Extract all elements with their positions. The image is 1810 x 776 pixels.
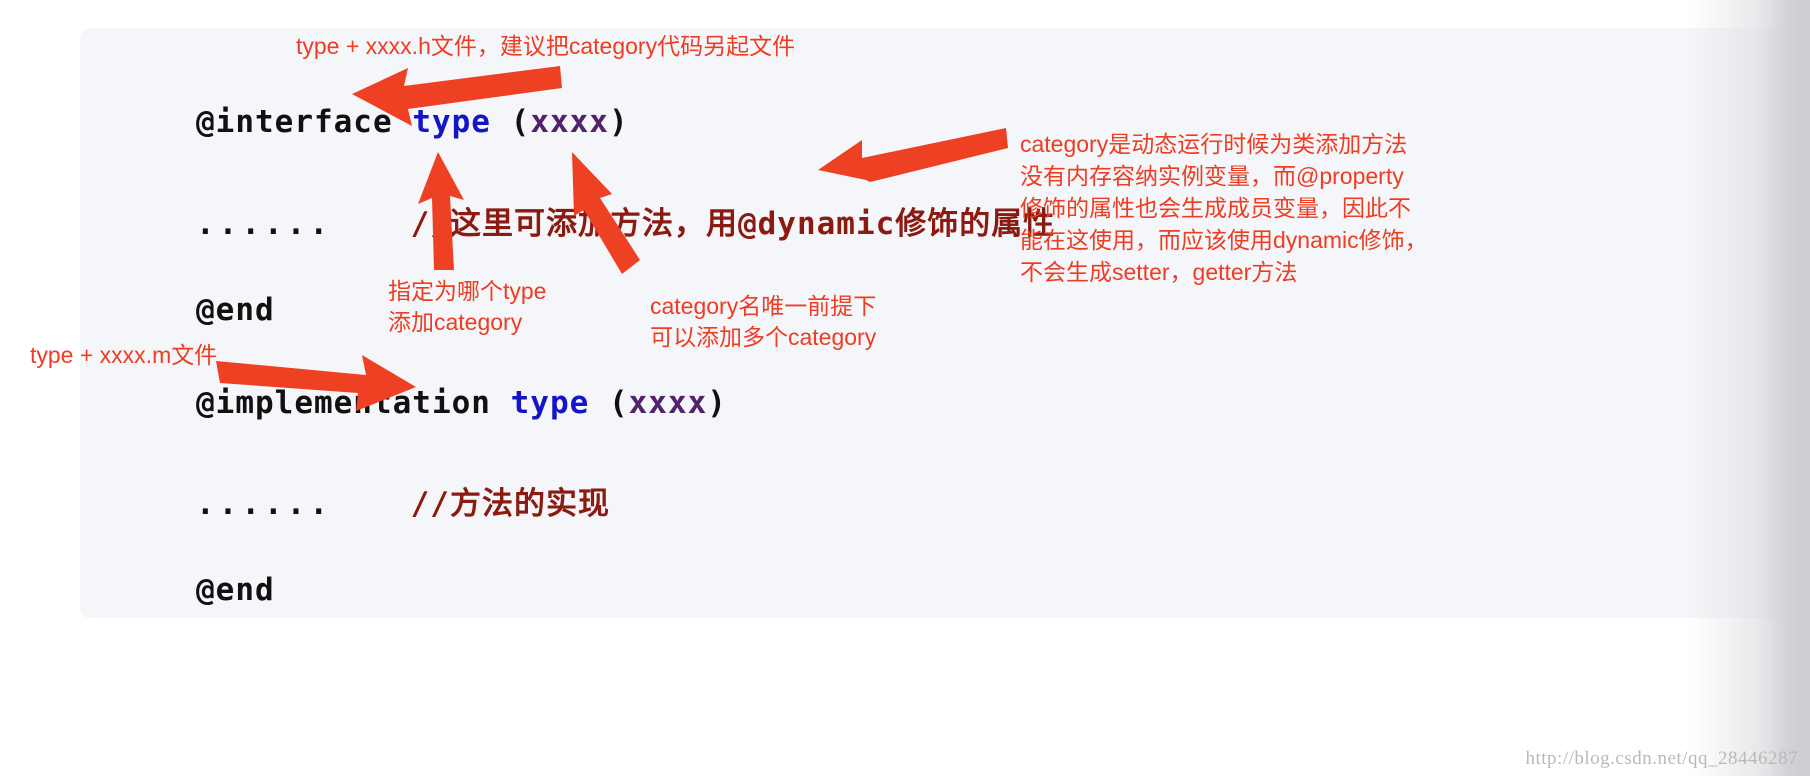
token-space4 [589,385,609,421]
token-paren-open: ( [510,104,531,140]
token-implementation-category: xxxx [628,385,708,421]
code-line-interface: @interface type (xxxx) [196,104,629,140]
token-interface-category: xxxx [530,104,609,140]
annotation-h-file: type + xxxx.h文件，建议把category代码另起文件 [296,33,796,59]
token-ellipsis-2: ...... [196,486,332,522]
code-line-end-1: @end [196,292,275,328]
annotation-unique-category-name: category名唯一前提下 可以添加多个category [650,291,876,353]
token-implementation-type: type [510,385,590,421]
token-interface-keyword: @interface [196,104,393,140]
token-gap-1 [332,206,411,242]
watermark-url: http://blog.csdn.net/qq_28446287 [1525,748,1798,769]
annotation-right-line2: 没有内存容纳实例变量，而@property [1020,163,1404,189]
annotation-which-type: 指定为哪个type 添加category [388,276,546,338]
code-line-body-2: ...... //方法的实现 [196,478,610,523]
code-line-end-2: @end [196,572,275,608]
annotation-right-line3: 修饰的属性也会生成成员变量，因此不 [1020,195,1411,221]
annotation-m-file: type + xxxx.m文件 [30,342,218,368]
screenshot-root: @interface type (xxxx) ...... //这里可添加方法，… [0,0,1810,776]
token-comment-2: //方法的实现 [410,486,610,522]
token-space2 [491,104,511,140]
token-comment-1: //这里可添加方法，用@dynamic修饰的属性 [410,206,1056,242]
token-paren-close: ) [608,104,629,140]
annotation-unique-line2: 可以添加多个category [650,324,877,350]
code-line-body-1: ...... //这里可添加方法，用@dynamic修饰的属性 [196,198,1055,243]
token-space3 [491,385,511,421]
annotation-which-type-line1: 指定为哪个type [388,278,547,304]
token-end-keyword-1: @end [196,292,275,328]
token-interface-type: type [412,104,491,140]
annotation-right-line5: 不会生成setter，getter方法 [1020,259,1298,285]
token-paren-close-2: ) [707,385,727,421]
annotation-right-line1: category是动态运行时候为类添加方法 [1020,131,1408,157]
token-end-keyword-2: @end [196,572,275,608]
token-paren-open-2: ( [608,385,629,421]
annotation-which-type-line2: 添加category [388,309,523,335]
token-gap-2 [332,486,411,522]
code-line-implementation: @implementation type (xxxx) [196,385,727,421]
annotation-right-line4: 能在这使用，而应该使用dynamic修饰， [1020,227,1428,253]
token-implementation-keyword: @implementation [196,385,491,421]
token-ellipsis-1: ...... [196,206,332,242]
annotation-category-runtime-note: category是动态运行时候为类添加方法 没有内存容纳实例变量，而@proper… [1020,128,1428,288]
annotation-unique-line1: category名唯一前提下 [650,293,877,319]
